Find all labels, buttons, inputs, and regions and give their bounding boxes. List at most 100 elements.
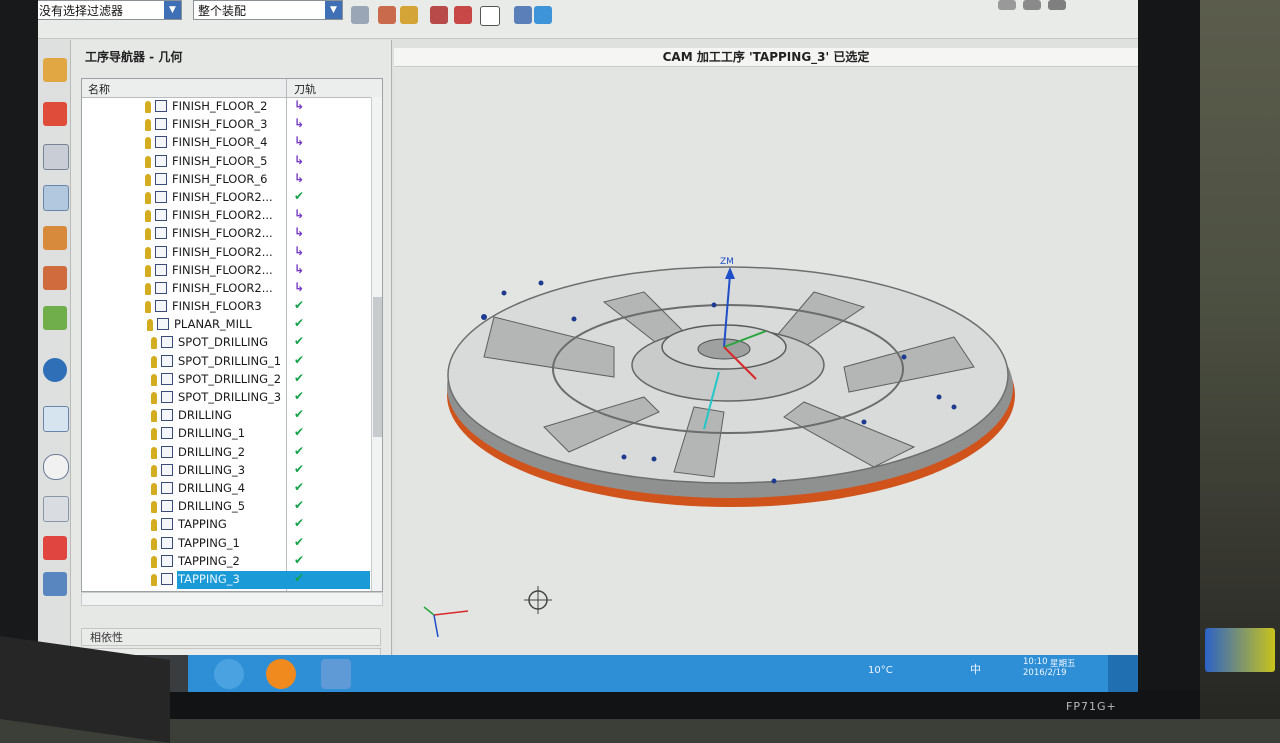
graphics-window[interactable]: ZM: [394, 67, 1138, 657]
operation-row[interactable]: FINISH_FLOOR_2 ↳: [82, 98, 372, 116]
arrow-select-icon[interactable]: [430, 6, 448, 24]
assembly-navigator-icon[interactable]: [43, 58, 67, 82]
operation-type-icon: [155, 281, 167, 294]
operation-row[interactable]: TAPPING_3 ✔: [82, 570, 372, 589]
operation-navigator-panel: 工序导航器 - 几何 名称 刀轨 FINISH_FLOOR_2 ↳ FINISH_F…: [71, 40, 392, 670]
operation-row[interactable]: TAPPING ✔: [82, 516, 372, 534]
operation-row[interactable]: FINISH_FLOOR2... ↳: [82, 225, 372, 243]
operation-row[interactable]: FINISH_FLOOR_4 ↳: [82, 134, 372, 152]
operation-type-icon: [161, 481, 173, 494]
operation-name: TAPPING: [178, 517, 227, 532]
system-materials-icon[interactable]: [43, 496, 69, 522]
operation-row[interactable]: FINISH_FLOOR_5 ↳: [82, 153, 372, 171]
operation-type-icon: [161, 336, 173, 349]
operation-type-icon: [161, 391, 173, 403]
operation-row[interactable]: PLANAR_MILL ✔: [82, 316, 372, 334]
point-select-icon[interactable]: [378, 6, 396, 24]
chevron-down-icon[interactable]: ▼: [325, 1, 342, 19]
operation-type-icon: [155, 100, 167, 112]
chevron-down-icon[interactable]: ▼: [164, 1, 181, 19]
operation-navigator-icon[interactable]: [43, 185, 69, 211]
roles-icon[interactable]: [43, 572, 67, 596]
toolpath-regenerate-icon: ↳: [294, 116, 305, 131]
operation-row[interactable]: FINISH_FLOOR_6 ↳: [82, 171, 372, 189]
operation-type-icon: [161, 372, 173, 385]
operation-row[interactable]: SPOT_DRILLING_2 ✔: [82, 371, 372, 389]
column-header-toolpath[interactable]: 刀轨: [294, 81, 316, 97]
operation-name: FINISH_FLOOR_4: [172, 135, 268, 150]
operation-type-icon: [161, 445, 173, 458]
show-desktop-button[interactable]: [1108, 655, 1138, 692]
operation-row[interactable]: FINISH_FLOOR_3 ↳: [82, 116, 372, 134]
key-icon: [151, 446, 157, 459]
operation-row[interactable]: TAPPING_2 ✔: [82, 553, 372, 571]
solid-cube-icon[interactable]: [534, 6, 552, 24]
key-icon: [145, 301, 151, 314]
view-cube-icon[interactable]: [514, 6, 532, 24]
clock-date: 2016/2/19: [1023, 668, 1067, 678]
monitor-screen: 没有选择过滤器 ▼ 整个装配 ▼ 工序导航器 - 几何 名称 刀轨 FINISH…: [38, 0, 1138, 692]
operation-row[interactable]: FINISH_FLOOR2... ↳: [82, 262, 372, 280]
operation-row[interactable]: SPOT_DRILLING_3 ✔: [82, 389, 372, 407]
operation-name: DRILLING_5: [178, 499, 246, 514]
toolpath-regenerate-icon: ↳: [294, 243, 305, 258]
cursor-select-icon[interactable]: [400, 6, 418, 24]
dependencies-section[interactable]: 相依性: [81, 628, 381, 646]
toolpath-complete-icon: ✔: [294, 443, 305, 458]
operation-type-icon: [155, 172, 167, 185]
web-browser-icon[interactable]: [43, 358, 67, 382]
monitor-model-label: FP71G+: [1066, 700, 1117, 713]
operation-name: FINISH_FLOOR_6: [172, 171, 268, 186]
scrollbar-thumb[interactable]: [373, 297, 382, 437]
operation-name: FINISH_FLOOR2...: [172, 208, 273, 223]
close-icon[interactable]: [1048, 0, 1066, 10]
rectangle-select-icon[interactable]: [480, 6, 500, 26]
operation-row[interactable]: DRILLING_1 ✔: [82, 425, 372, 443]
browser-app-icon[interactable]: [214, 659, 244, 689]
tree-vertical-scrollbar[interactable]: [371, 97, 382, 591]
part-model-view[interactable]: ZM: [394, 67, 1138, 657]
nx-app-icon[interactable]: [321, 659, 351, 689]
windows-taskbar: 10°C 中 10:10 星期五 2016/2/19: [38, 655, 1138, 692]
operation-row[interactable]: FINISH_FLOOR2... ↳: [82, 280, 372, 298]
palette-icon[interactable]: [43, 536, 67, 560]
operation-type-icon: [161, 409, 173, 422]
operation-row[interactable]: FINISH_FLOOR2... ↳: [82, 244, 372, 262]
history-icon[interactable]: [43, 406, 69, 432]
operation-row[interactable]: DRILLING_2 ✔: [82, 444, 372, 462]
machine-tool-navigator-icon[interactable]: [43, 226, 67, 250]
type-filter-dropdown[interactable]: 没有选择过滤器 ▼: [38, 0, 182, 20]
operation-row[interactable]: TAPPING_1 ✔: [82, 535, 372, 553]
operation-row[interactable]: FINISH_FLOOR2... ✔: [82, 189, 372, 207]
operation-row[interactable]: DRILLING_3 ✔: [82, 462, 372, 480]
clock-icon[interactable]: [43, 454, 69, 480]
operation-row[interactable]: DRILLING ✔: [82, 407, 372, 425]
operation-row[interactable]: DRILLING_5 ✔: [82, 498, 372, 516]
machining-feature-icon[interactable]: [43, 266, 67, 290]
operation-row[interactable]: SPOT_DRILLING ✔: [82, 334, 372, 352]
snap-icon[interactable]: [351, 6, 369, 24]
firefox-app-icon[interactable]: [266, 659, 296, 689]
monitor-bezel-bottom: [0, 690, 1200, 719]
minimize-icon[interactable]: [998, 0, 1016, 10]
ime-indicator[interactable]: 中: [970, 661, 981, 677]
toolpath-complete-icon: ✔: [294, 370, 305, 385]
selection-scope-dropdown[interactable]: 整个装配 ▼: [193, 0, 343, 20]
part-navigator-icon[interactable]: [43, 144, 69, 170]
constraint-navigator-icon[interactable]: [43, 102, 67, 126]
toolpath-complete-icon: ✔: [294, 352, 305, 367]
restore-icon[interactable]: [1023, 0, 1041, 10]
tree-horizontal-scrollbar[interactable]: [81, 592, 383, 606]
operation-row[interactable]: FINISH_FLOOR3 ✔: [82, 298, 372, 316]
operation-row[interactable]: FINISH_FLOOR2... ↳: [82, 207, 372, 225]
operation-name: FINISH_FLOOR_2: [172, 99, 268, 113]
select-feature-icon[interactable]: [454, 6, 472, 24]
resource-bar: [38, 40, 71, 655]
operation-row[interactable]: SPOT_DRILLING_1 ✔: [82, 353, 372, 371]
key-icon: [151, 337, 157, 350]
operation-row[interactable]: DRILLING_4 ✔: [82, 480, 372, 498]
reuse-library-icon[interactable]: [43, 306, 67, 330]
column-header-name[interactable]: 名称: [88, 81, 110, 97]
operation-name: DRILLING_3: [178, 462, 246, 477]
view-triad: [423, 606, 469, 638]
